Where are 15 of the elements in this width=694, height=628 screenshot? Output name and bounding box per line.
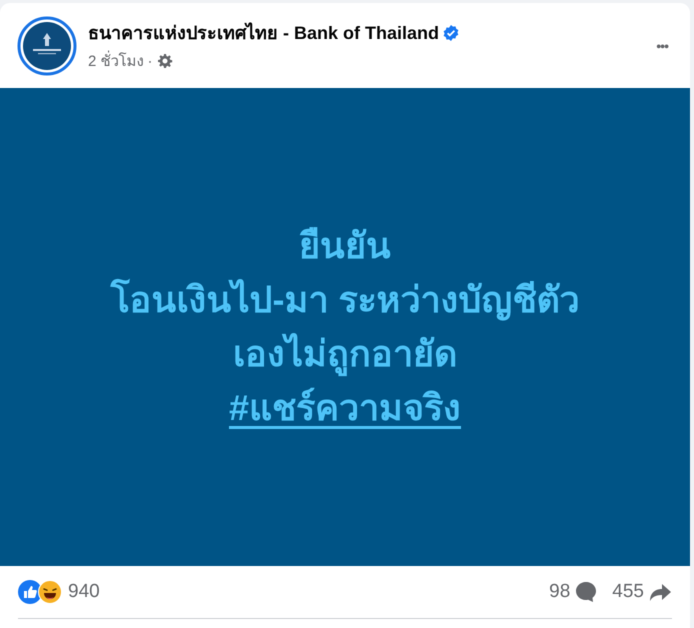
image-text: โอนเงินไป-มา ระหว่างบัญชีตัว bbox=[110, 278, 580, 323]
page-avatar-icon[interactable] bbox=[17, 16, 77, 76]
separator-dot: · bbox=[148, 52, 153, 70]
comment-count[interactable]: 98 bbox=[549, 581, 570, 603]
hashtag-link[interactable]: #แชร์ความจริง bbox=[228, 381, 462, 435]
settings-icon bbox=[156, 53, 173, 69]
page-name-link[interactable]: ธนาคารแห่งประเทศไทย - Bank of Thailand bbox=[88, 18, 440, 47]
image-text: ยืนยัน bbox=[299, 224, 391, 268]
image-text: เองไม่ถูกอายัด bbox=[233, 327, 457, 381]
more-options-button[interactable]: ••• bbox=[650, 34, 674, 58]
speech-bubble-icon bbox=[574, 580, 598, 604]
post-time-link[interactable]: 2 ชั่วโมง bbox=[88, 49, 144, 73]
reaction-count[interactable]: 940 bbox=[68, 581, 100, 603]
share-count[interactable]: 455 bbox=[612, 581, 644, 603]
laughing-face-icon[interactable] bbox=[38, 580, 62, 604]
